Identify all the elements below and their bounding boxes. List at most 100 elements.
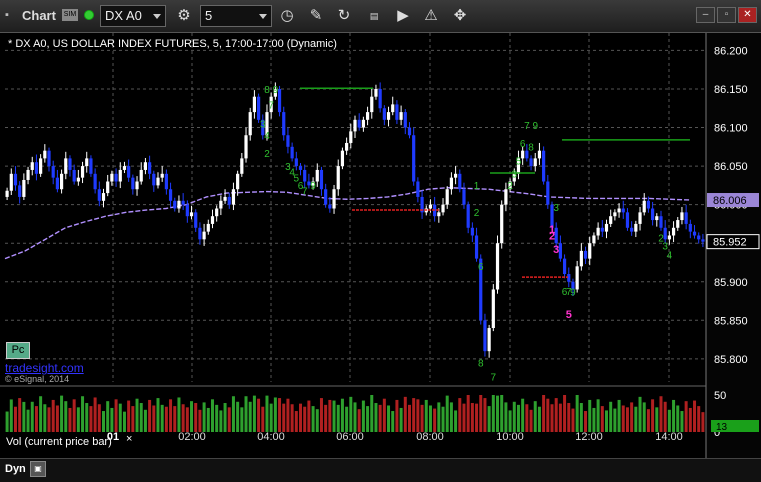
alert-icon[interactable]: ⚠ xyxy=(420,5,442,27)
sequence-count-label: 1 xyxy=(474,181,480,192)
dyn-toggle-button[interactable]: ▣ xyxy=(30,461,46,477)
candle-body xyxy=(462,189,466,205)
candle-body xyxy=(110,173,114,182)
volume-bar xyxy=(210,399,214,432)
candle-body xyxy=(131,177,135,190)
play-icon[interactable]: ▶ xyxy=(392,5,414,27)
sequence-count-label: 6 xyxy=(520,139,526,150)
volume-bar xyxy=(319,398,323,432)
close-icon[interactable]: ✕ xyxy=(738,7,757,23)
candle-body xyxy=(634,223,638,232)
volume-bar xyxy=(701,412,705,432)
candle-body xyxy=(336,166,340,190)
candle-body xyxy=(567,274,571,282)
volume-bar xyxy=(127,400,131,432)
volume-bar xyxy=(307,400,311,432)
settings-gear-icon[interactable]: ⚙ xyxy=(173,5,195,27)
volume-bar xyxy=(458,398,462,432)
candle-body xyxy=(252,96,257,113)
volume-bar xyxy=(554,398,558,432)
candle-body xyxy=(202,231,206,240)
move-icon[interactable]: ✥ xyxy=(449,5,471,27)
maximize-icon[interactable]: ▫ xyxy=(717,7,736,23)
volume-bar xyxy=(483,398,487,432)
volume-bar xyxy=(630,402,634,432)
last-price-label: 85.952 xyxy=(713,237,747,249)
volume-bar xyxy=(651,399,655,432)
volume-bar xyxy=(282,403,286,432)
candle-body xyxy=(474,235,479,259)
sequence-count-label: 4 xyxy=(667,251,673,262)
candle-body xyxy=(437,212,441,217)
candle-body xyxy=(160,173,164,178)
volume-close-icon[interactable]: × xyxy=(126,433,132,445)
candle-body xyxy=(97,189,101,201)
candle-body xyxy=(231,189,236,205)
candle-body xyxy=(122,166,127,170)
chart-title: * DX A0, US DOLLAR INDEX FUTURES, 5, 17:… xyxy=(8,38,337,50)
volume-bar xyxy=(43,404,47,432)
clock-icon[interactable]: ◷ xyxy=(276,5,298,27)
candle-body xyxy=(9,173,13,191)
formula-icon[interactable]: ▤ xyxy=(363,5,385,27)
volume-bar xyxy=(252,395,256,432)
volume-bar xyxy=(646,409,650,432)
volume-bar xyxy=(655,407,659,432)
candle-body xyxy=(156,177,160,186)
volume-bar xyxy=(382,398,386,432)
sequence-count-label: 4 xyxy=(264,131,270,142)
sequence-count-label: 8 xyxy=(264,85,270,96)
pc-button[interactable]: Pc xyxy=(6,342,30,359)
candle-body xyxy=(583,250,588,259)
candle-body xyxy=(26,169,30,180)
candle-body xyxy=(697,235,701,240)
volume-bar xyxy=(550,404,554,432)
volume-bar xyxy=(579,403,583,432)
candle-body xyxy=(357,119,361,128)
candle-body xyxy=(466,204,470,228)
brand-link[interactable]: tradesight.com xyxy=(5,361,84,375)
x-tick-label: 12:00 xyxy=(575,431,603,443)
volume-bar xyxy=(500,395,504,432)
volume-bar xyxy=(672,399,676,432)
volume-bar xyxy=(299,403,303,432)
refresh-icon[interactable]: ↻ xyxy=(333,5,355,27)
volume-bar xyxy=(466,395,470,432)
candle-body xyxy=(684,212,688,224)
candle-body xyxy=(64,158,68,174)
volume-bar xyxy=(516,404,520,432)
volume-bar xyxy=(227,407,231,432)
sequence-count-label: 2 xyxy=(264,149,270,160)
candle-body xyxy=(215,208,219,217)
window-menu-icon[interactable]: ▪ xyxy=(5,9,9,31)
candle-body xyxy=(596,227,600,236)
volume-bar xyxy=(688,407,692,432)
volume-bar xyxy=(588,399,592,432)
x-tick-label: 08:00 xyxy=(416,431,444,443)
candle-body xyxy=(613,212,617,217)
candle-body xyxy=(558,243,562,259)
symbol-input[interactable]: DX A0 xyxy=(100,5,166,27)
chevron-down-icon[interactable] xyxy=(259,14,267,19)
sequence-count-label: 7 xyxy=(491,372,497,383)
candle-body xyxy=(491,289,495,329)
candle-body xyxy=(118,169,122,182)
price-chart[interactable]: 86.20086.15086.10086.05086.00085.95085.9… xyxy=(0,33,761,458)
volume-bar xyxy=(663,401,667,432)
volume-bar xyxy=(215,404,219,432)
candle-body xyxy=(223,196,227,201)
volume-bar xyxy=(5,411,9,432)
interval-input[interactable]: 5 xyxy=(200,5,272,27)
volume-bar xyxy=(667,409,671,432)
candle-body xyxy=(143,162,148,170)
volume-bar xyxy=(131,406,135,432)
volume-bar xyxy=(102,411,106,432)
chevron-down-icon[interactable] xyxy=(153,14,161,19)
minimize-icon[interactable]: – xyxy=(696,7,715,23)
pencil-draw-icon[interactable]: ✎ xyxy=(305,5,327,27)
candle-body xyxy=(139,169,143,182)
volume-bar xyxy=(596,399,600,432)
candle-body xyxy=(428,204,433,209)
candle-body xyxy=(59,173,64,190)
y-tick-label: 86.100 xyxy=(714,123,748,135)
